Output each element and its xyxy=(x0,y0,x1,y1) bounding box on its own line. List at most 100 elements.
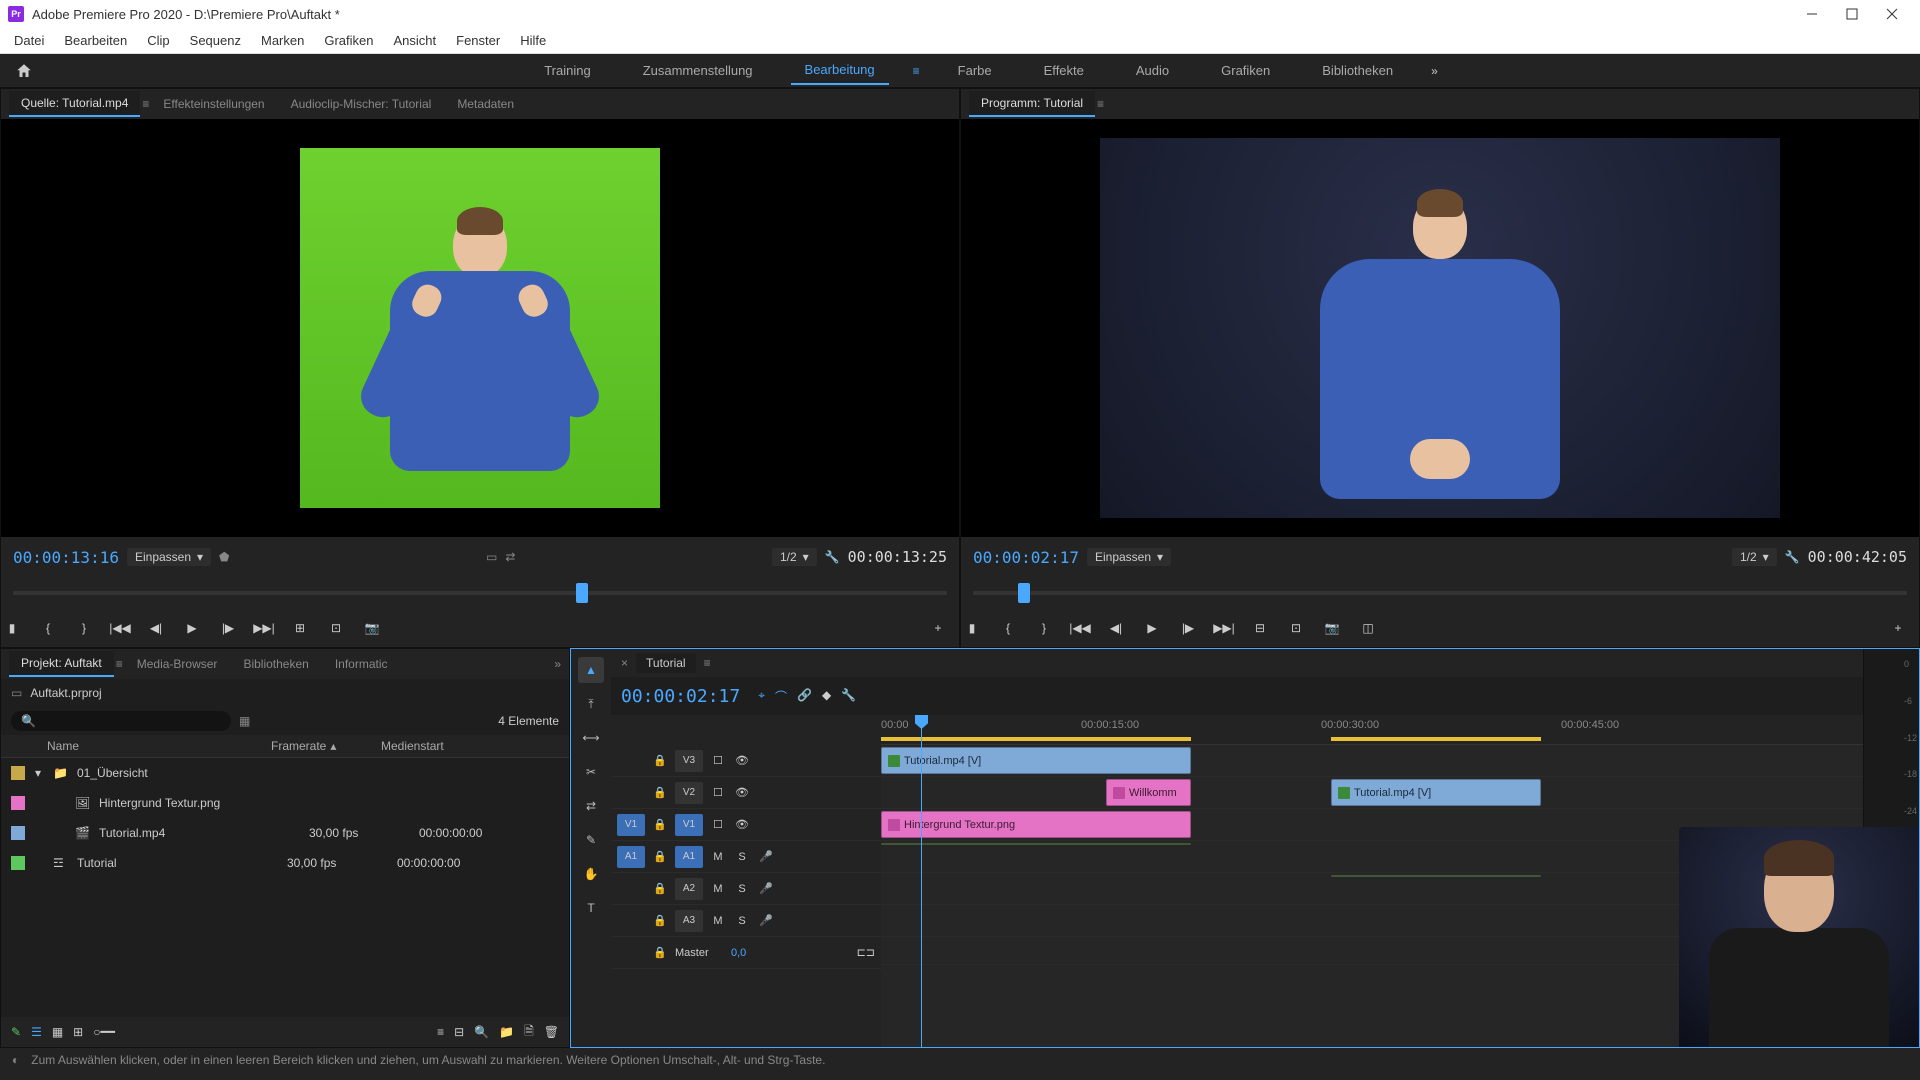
menu-sequenz[interactable]: Sequenz xyxy=(180,29,251,52)
snap-icon[interactable]: ⌖ xyxy=(758,688,765,705)
overwrite-icon[interactable]: ⊡ xyxy=(325,617,347,639)
project-search-input[interactable]: 🔍 xyxy=(11,711,231,731)
workspace-zusammenstellung[interactable]: Zusammenstellung xyxy=(629,57,767,84)
list-view-icon[interactable]: ☰ xyxy=(31,1025,42,1039)
new-bin-icon[interactable]: 📁 xyxy=(499,1025,514,1039)
mute-button[interactable]: M xyxy=(709,912,727,930)
selection-tool-icon[interactable]: ▲ xyxy=(578,657,604,683)
step-back-icon[interactable]: ◀| xyxy=(145,617,167,639)
export-frame-icon[interactable]: 📷 xyxy=(361,617,383,639)
step-forward-icon[interactable]: |▶ xyxy=(1177,617,1199,639)
step-back-icon[interactable]: ◀| xyxy=(1105,617,1127,639)
master-value[interactable]: 0,0 xyxy=(731,947,746,959)
col-medienstart[interactable]: Medienstart xyxy=(381,739,491,753)
source-patch[interactable]: A1 xyxy=(617,846,645,868)
slip-tool-icon[interactable]: ⇄ xyxy=(578,793,604,819)
source-scrubber[interactable] xyxy=(1,577,959,609)
add-button-icon[interactable]: + xyxy=(1887,617,1909,639)
toggle-icon[interactable]: ⇄ xyxy=(505,550,515,564)
source-tab-metadaten[interactable]: Metadaten xyxy=(445,92,526,116)
marker-icon[interactable]: ⬟ xyxy=(219,550,229,564)
track-v2[interactable]: Willkomm Tutorial.mp4 [V] xyxy=(881,777,1863,809)
toggle-output-icon[interactable]: ☐ xyxy=(709,784,727,802)
toggle-output-icon[interactable]: ☐ xyxy=(709,752,727,770)
solo-button[interactable]: S xyxy=(733,880,751,898)
freeform-icon[interactable]: ⊞ xyxy=(73,1025,83,1039)
close-tab-icon[interactable]: × xyxy=(621,656,628,670)
workspace-bibliotheken[interactable]: Bibliotheken xyxy=(1308,57,1407,84)
zoom-slider[interactable]: ○━━ xyxy=(93,1025,115,1039)
program-scrubber[interactable] xyxy=(961,577,1919,609)
menu-clip[interactable]: Clip xyxy=(137,29,179,52)
menu-datei[interactable]: Datei xyxy=(4,29,54,52)
panel-menu-icon[interactable]: ≡ xyxy=(1097,97,1104,111)
voiceover-icon[interactable]: 🎤 xyxy=(757,912,775,930)
track-head-a1[interactable]: A1 🔒 A1 M S 🎤 xyxy=(611,841,881,873)
new-item-icon[interactable]: 🗎 xyxy=(524,1022,534,1043)
maximize-button[interactable] xyxy=(1832,0,1872,28)
workspace-training[interactable]: Training xyxy=(530,57,604,84)
ripple-edit-tool-icon[interactable]: ⟷ xyxy=(578,725,604,751)
source-playhead[interactable] xyxy=(576,583,588,603)
sort-icon[interactable]: ≡ xyxy=(437,1025,444,1039)
track-head-v3[interactable]: 🔒 V3 ☐ 👁 xyxy=(611,745,881,777)
menu-ansicht[interactable]: Ansicht xyxy=(383,29,446,52)
track-head-a3[interactable]: 🔒 A3 M S 🎤 xyxy=(611,905,881,937)
program-tab[interactable]: Programm: Tutorial xyxy=(969,91,1095,117)
track-label[interactable]: V3 xyxy=(675,750,703,772)
track-label[interactable]: A2 xyxy=(675,878,703,900)
timeline-tab[interactable]: Tutorial xyxy=(636,653,696,673)
add-marker-icon[interactable]: ▮ xyxy=(961,617,983,639)
project-row-video[interactable]: 🎬 Tutorial.mp4 30,00 fps 00:00:00:00 xyxy=(1,818,569,848)
home-icon[interactable] xyxy=(12,59,36,83)
solo-button[interactable]: S xyxy=(733,912,751,930)
track-label[interactable]: A1 xyxy=(675,846,703,868)
track-head-master[interactable]: 🔒 Master 0,0 ⊏⊐ xyxy=(611,937,881,969)
program-timecode-current[interactable]: 00:00:02:17 xyxy=(973,548,1079,567)
razor-tool-icon[interactable]: ✂ xyxy=(578,759,604,785)
mute-button[interactable]: M xyxy=(709,880,727,898)
timeline-ruler[interactable]: 00:00 00:00:15:00 00:00:30:00 00:00:45:0… xyxy=(881,715,1863,745)
track-head-v1[interactable]: V1 🔒 V1 ☐ 👁 xyxy=(611,809,881,841)
lock-icon[interactable]: 🔒 xyxy=(651,752,669,770)
col-framerate[interactable]: Framerate▴ xyxy=(271,739,381,753)
panel-menu-icon[interactable]: ≡ xyxy=(116,657,123,671)
mark-in-icon[interactable]: { xyxy=(997,617,1019,639)
add-button-icon[interactable]: + xyxy=(927,617,949,639)
workspace-overflow-icon[interactable]: » xyxy=(1431,64,1438,78)
clip-audio[interactable] xyxy=(1331,875,1541,877)
storyboard-icon[interactable]: ▦ xyxy=(239,714,250,728)
project-row-image[interactable]: 🖼 Hintergrund Textur.png xyxy=(1,788,569,818)
comp-view-icon[interactable]: ◫ xyxy=(1357,617,1379,639)
track-label[interactable]: A3 xyxy=(675,910,703,932)
clip-image[interactable]: Hintergrund Textur.png xyxy=(881,811,1191,838)
project-row-sequence[interactable]: ☲ Tutorial 30,00 fps 00:00:00:00 xyxy=(1,848,569,878)
wrench-icon[interactable]: 🔧 xyxy=(825,550,840,564)
go-to-in-icon[interactable]: |◀◀ xyxy=(1069,617,1091,639)
project-tab-bibliotheken[interactable]: Bibliotheken xyxy=(231,652,320,676)
lock-icon[interactable]: 🔒 xyxy=(651,944,669,962)
timeline-playhead[interactable] xyxy=(921,715,922,1047)
lock-icon[interactable]: 🔒 xyxy=(651,880,669,898)
track-head-a2[interactable]: 🔒 A2 M S 🎤 xyxy=(611,873,881,905)
solo-button[interactable]: S xyxy=(733,848,751,866)
lock-icon[interactable]: 🔒 xyxy=(651,784,669,802)
menu-hilfe[interactable]: Hilfe xyxy=(510,29,556,52)
lock-icon[interactable]: 🔒 xyxy=(651,912,669,930)
workspace-effekte[interactable]: Effekte xyxy=(1030,57,1098,84)
clip-audio[interactable] xyxy=(881,843,1191,845)
type-tool-icon[interactable]: T xyxy=(578,895,604,921)
workspace-audio[interactable]: Audio xyxy=(1122,57,1183,84)
source-timecode-current[interactable]: 00:00:13:16 xyxy=(13,548,119,567)
menu-grafiken[interactable]: Grafiken xyxy=(314,29,383,52)
menu-fenster[interactable]: Fenster xyxy=(446,29,510,52)
step-forward-icon[interactable]: |▶ xyxy=(217,617,239,639)
mark-out-icon[interactable]: } xyxy=(1033,617,1055,639)
track-head-v2[interactable]: 🔒 V2 ☐ 👁 xyxy=(611,777,881,809)
source-tab-effekteinstellungen[interactable]: Effekteinstellungen xyxy=(151,92,276,116)
bin-icon[interactable]: ▭ xyxy=(11,686,22,700)
go-to-in-icon[interactable]: |◀◀ xyxy=(109,617,131,639)
menu-marken[interactable]: Marken xyxy=(251,29,314,52)
lift-icon[interactable]: ⊟ xyxy=(1249,617,1271,639)
hand-tool-icon[interactable]: ✋ xyxy=(578,861,604,887)
